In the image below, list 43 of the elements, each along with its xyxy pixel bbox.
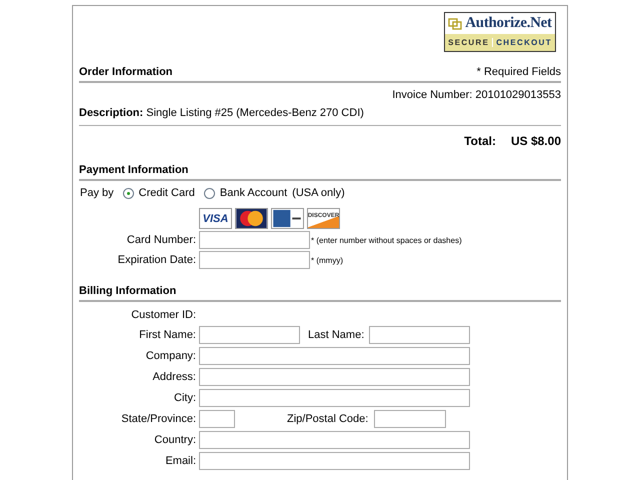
mastercard-logo — [235, 208, 268, 229]
field-label: Zip/Postal Code: — [287, 413, 368, 425]
input-field[interactable] — [199, 347, 470, 365]
field-hint: * (mmyy) — [311, 256, 343, 264]
invoice-number: Invoice Number: 20101029013553 — [392, 89, 561, 101]
visa-logo: VISA — [199, 208, 232, 229]
input-field[interactable] — [374, 410, 446, 428]
radio-label[interactable]: Credit Card — [138, 187, 195, 199]
section-heading: Order Information — [79, 66, 173, 78]
input-field[interactable] — [199, 431, 470, 449]
input-field[interactable] — [199, 389, 470, 407]
field-label: Customer ID: — [130, 309, 196, 321]
input-field[interactable] — [199, 326, 300, 344]
field-label: Email: — [164, 455, 196, 467]
field-label: Card Number: — [126, 234, 196, 246]
input-field[interactable] — [199, 251, 310, 269]
input-field[interactable] — [199, 231, 310, 249]
input-field[interactable] — [199, 452, 470, 470]
radio-button[interactable] — [204, 188, 215, 198]
field-label: Last Name: — [308, 329, 364, 341]
order-description: Description: Single Listing #25 (Mercedes-Benz 270 CDI) — [79, 107, 561, 126]
input-field[interactable] — [369, 326, 470, 344]
amex-logo — [271, 208, 304, 229]
authorize-net-logo: Authorize.Net SECURE CHECKOUT — [444, 12, 556, 52]
field-hint: * (enter number without spaces or dashes) — [311, 236, 462, 244]
radio-label[interactable]: Bank Account — [220, 187, 288, 199]
section-heading: Billing Information — [79, 285, 176, 297]
pay-by-label: Pay by — [80, 187, 114, 199]
field-label: City: — [173, 392, 196, 404]
field-label: First Name: — [138, 329, 196, 341]
field-label: Address: — [152, 371, 196, 383]
field-label: Expiration Date: — [116, 254, 196, 266]
note: (USA only) — [292, 187, 345, 199]
field-label: Country: — [153, 434, 196, 446]
field-label: State/Province: — [120, 413, 196, 425]
field-label: Company: — [144, 350, 196, 362]
total-label: Total: — [464, 134, 496, 148]
input-field[interactable] — [199, 410, 235, 428]
required-note: * Required Fields — [476, 66, 561, 78]
radio-button[interactable] — [122, 188, 134, 198]
section-heading: Payment Information — [79, 164, 188, 176]
input-field[interactable] — [199, 368, 470, 386]
total-amount: US $8.00 — [510, 134, 561, 148]
